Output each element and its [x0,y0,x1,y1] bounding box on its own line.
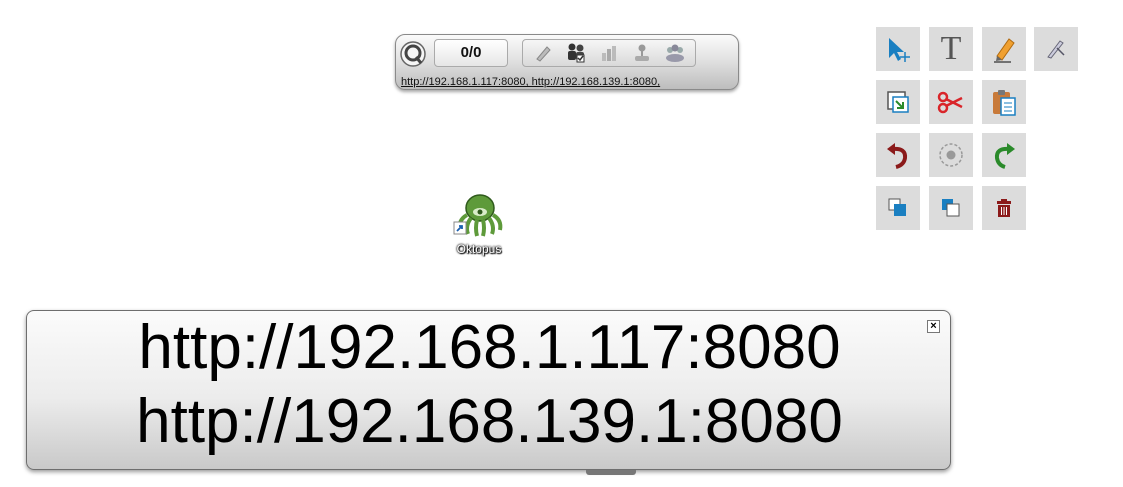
pen-tool-icon[interactable] [982,27,1026,71]
pencil-icon[interactable] [530,41,556,65]
record-icon[interactable] [929,133,973,177]
bring-front-icon[interactable] [876,186,920,230]
capture-icon[interactable] [876,80,920,124]
url-line-1: http://192.168.1.117:8080 [138,313,841,382]
text-tool-icon[interactable]: T [929,27,973,71]
delete-icon[interactable] [982,186,1026,230]
toolbar-url-link[interactable]: http://192.168.1.117:8080, http://192.16… [401,76,660,88]
close-icon[interactable]: × [927,320,940,333]
select-pointer-icon[interactable] [876,27,920,71]
toolbar-button-group [522,39,696,67]
joystick-icon[interactable] [629,41,655,65]
url-display-panel: http://192.168.1.117:8080 http://192.168… [26,310,951,470]
oktopus-desktop-shortcut[interactable]: Oktopus [450,190,508,260]
undo-icon[interactable] [876,133,920,177]
redo-icon[interactable] [982,133,1026,177]
url-line-2: http://192.168.139.1:8080 [136,387,843,456]
q-logo-icon[interactable] [399,40,427,68]
session-toolbar: 0/0 http://192.168.1.117:8080, http://19… [395,34,739,90]
send-back-icon[interactable] [929,186,973,230]
session-counter: 0/0 [434,39,508,67]
users-check-icon[interactable] [563,41,589,65]
highlighter-tool-icon[interactable] [1034,27,1078,71]
group-icon[interactable] [662,41,688,65]
text-tool-glyph: T [940,30,962,67]
paste-icon[interactable] [982,80,1026,124]
chart-icon[interactable] [596,41,622,65]
octopus-icon [453,194,503,237]
desktop-icon-label: Oktopus [456,242,502,256]
panel-drag-handle[interactable] [586,470,636,475]
cut-icon[interactable] [929,80,973,124]
